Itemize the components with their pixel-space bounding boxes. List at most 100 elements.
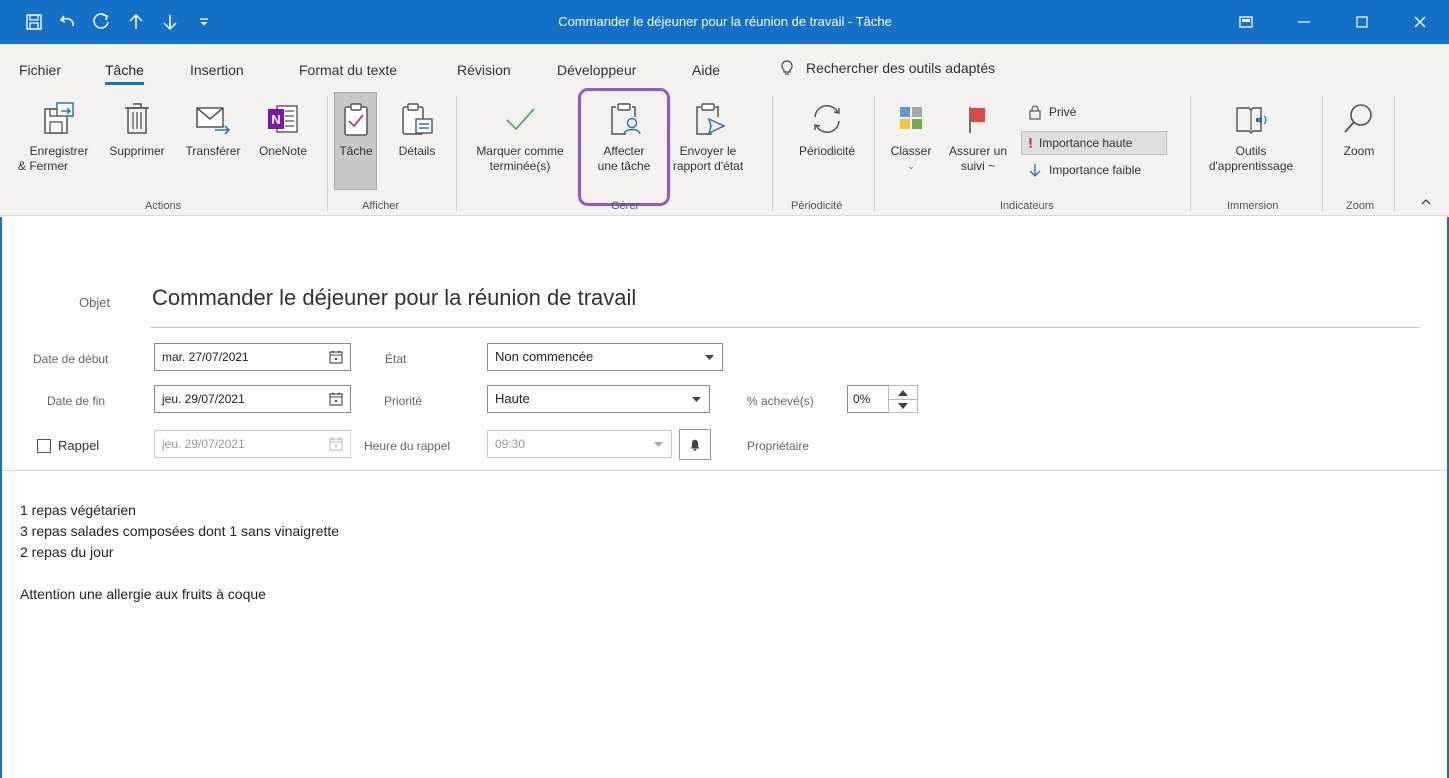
- zoom-button[interactable]: Zoom: [1332, 96, 1386, 159]
- percent-complete-label: % achevé(s): [747, 394, 814, 408]
- delete-button[interactable]: Supprimer: [98, 96, 176, 159]
- subject-field[interactable]: Commander le déjeuner pour la réunion de…: [152, 285, 636, 311]
- calendar-icon[interactable]: [328, 436, 344, 452]
- follow-up-button[interactable]: Assurer un suivi ~: [940, 96, 1016, 174]
- chevron-down-icon: ⌄: [907, 161, 915, 171]
- notes-line: 3 repas salades composées dont 1 sans vi…: [20, 523, 340, 539]
- spin-up-icon[interactable]: [889, 386, 917, 399]
- ribbon-separator: [772, 96, 773, 211]
- recurrence-icon: [814, 105, 840, 133]
- recurrence-label: Périodicité: [798, 144, 856, 158]
- onenote-label: OneNote: [258, 144, 308, 158]
- end-date-field[interactable]: jeu. 29/07/2021: [154, 385, 351, 413]
- save-close-button[interactable]: Enregistrer & Fermer: [18, 96, 100, 174]
- learning-tools-button[interactable]: Outils d'apprentissage: [1198, 96, 1304, 174]
- private-button[interactable]: Privé: [1027, 104, 1076, 120]
- task-view-button[interactable]: Tâche: [334, 96, 378, 159]
- forward-mail-icon: [196, 107, 231, 135]
- magnifier-icon: [1344, 104, 1372, 133]
- reminder-time-value: 09:30: [495, 437, 526, 451]
- ribbon-separator: [1322, 96, 1323, 211]
- notes-line: 2 repas du jour: [20, 544, 114, 560]
- redo-icon[interactable]: [86, 6, 118, 38]
- send-status-label-1: Envoyer le: [679, 144, 737, 158]
- follow-up-label-1: Assurer un: [948, 144, 1008, 158]
- high-importance-label: Importance haute: [1039, 136, 1133, 150]
- group-label-immersion: Immersion: [1227, 200, 1279, 212]
- recurrence-button[interactable]: Périodicité: [782, 96, 872, 159]
- collapse-ribbon-icon[interactable]: [1418, 194, 1434, 210]
- calendar-icon[interactable]: [328, 349, 344, 365]
- menu-bar: Fichier Tâche Insertion Format du texte …: [0, 44, 1449, 88]
- checkmark-icon: [506, 108, 535, 131]
- assign-task-label-2: une tâche: [597, 159, 651, 173]
- group-label-indicateurs: Indicateurs: [1000, 200, 1054, 212]
- search-tell-me[interactable]: Rechercher des outils adaptés: [778, 59, 995, 77]
- send-status-label-2: rapport d'état: [672, 159, 744, 173]
- forward-button[interactable]: Transférer: [174, 96, 252, 159]
- tab-format-du-texte[interactable]: Format du texte: [299, 62, 397, 78]
- learning-tools-icon: [1236, 107, 1267, 134]
- details-button[interactable]: Détails: [389, 96, 445, 159]
- task-clipboard-icon: [344, 103, 368, 136]
- assign-task-button[interactable]: Affecter une tâche: [584, 96, 664, 174]
- tab-insertion[interactable]: Insertion: [190, 62, 244, 78]
- start-date-label: Date de début: [33, 352, 109, 366]
- end-date-label: Date de fin: [47, 394, 106, 408]
- tab-tache[interactable]: Tâche: [105, 62, 144, 85]
- maximize-icon[interactable]: [1333, 0, 1391, 44]
- priority-value: Haute: [495, 391, 530, 406]
- mark-complete-button[interactable]: Marquer comme terminée(s): [466, 96, 574, 174]
- exclamation-icon: !: [1028, 134, 1033, 152]
- ribbon-separator: [874, 96, 875, 211]
- low-importance-label: Importance faible: [1049, 163, 1142, 177]
- categorize-button[interactable]: Classer ⌄: [884, 96, 938, 174]
- customize-qat-icon[interactable]: [188, 6, 220, 38]
- close-icon[interactable]: [1391, 0, 1449, 44]
- calendar-icon[interactable]: [328, 391, 344, 407]
- ribbon-separator: [1190, 96, 1191, 211]
- reminder-sound-button[interactable]: [679, 429, 711, 460]
- low-importance-button[interactable]: Importance faible: [1027, 162, 1141, 178]
- quick-access-toolbar: [0, 0, 222, 44]
- form-divider: [0, 470, 1449, 471]
- priority-select[interactable]: Haute: [487, 385, 710, 413]
- status-select[interactable]: Non commencée: [487, 343, 723, 371]
- onenote-button[interactable]: N OneNote: [250, 96, 316, 159]
- percent-complete-field[interactable]: 0%: [847, 385, 889, 413]
- down-arrow-icon: [1029, 164, 1041, 177]
- onenote-icon: N: [268, 105, 298, 133]
- down-arrow-icon[interactable]: [154, 6, 186, 38]
- window-border-left: [0, 217, 2, 778]
- tab-revision[interactable]: Révision: [457, 62, 511, 78]
- tab-aide[interactable]: Aide: [692, 62, 720, 78]
- reminder-time-select[interactable]: 09:30: [487, 430, 672, 458]
- task-form: Objet Commander le déjeuner pour la réun…: [0, 217, 1449, 778]
- lock-icon: [1029, 105, 1041, 120]
- minimize-icon[interactable]: [1275, 0, 1333, 44]
- percent-spinner[interactable]: [888, 385, 918, 413]
- save-icon[interactable]: [18, 6, 50, 38]
- bell-icon: [690, 439, 700, 451]
- start-date-value: mar. 27/07/2021: [162, 350, 249, 364]
- status-label: État: [385, 352, 407, 366]
- tab-developpeur[interactable]: Développeur: [557, 62, 636, 78]
- up-arrow-icon[interactable]: [120, 6, 152, 38]
- ribbon-display-options-icon[interactable]: [1217, 0, 1275, 44]
- follow-up-label-2: suivi ~: [960, 159, 996, 173]
- high-importance-button[interactable]: ! Importance haute: [1021, 131, 1167, 155]
- spin-down-icon[interactable]: [889, 399, 917, 412]
- start-date-field[interactable]: mar. 27/07/2021: [154, 343, 351, 371]
- notes-line: 1 repas végétarien: [20, 502, 136, 518]
- send-status-report-button[interactable]: Envoyer le rapport d'état: [660, 96, 756, 174]
- lightbulb-icon: [781, 60, 793, 75]
- group-label-actions: Actions: [145, 200, 182, 212]
- reminder-checkbox[interactable]: [37, 439, 51, 453]
- mark-complete-label-2: terminée(s): [489, 159, 551, 173]
- tab-fichier[interactable]: Fichier: [19, 62, 61, 78]
- percent-complete-value: 0%: [853, 392, 871, 406]
- reminder-date-field[interactable]: jeu. 29/07/2021: [154, 430, 351, 458]
- task-notes-body[interactable]: 1 repas végétarien 3 repas salades compo…: [20, 500, 339, 605]
- learning-tools-label-2: d'apprentissage: [1208, 159, 1294, 173]
- undo-icon[interactable]: [52, 6, 84, 38]
